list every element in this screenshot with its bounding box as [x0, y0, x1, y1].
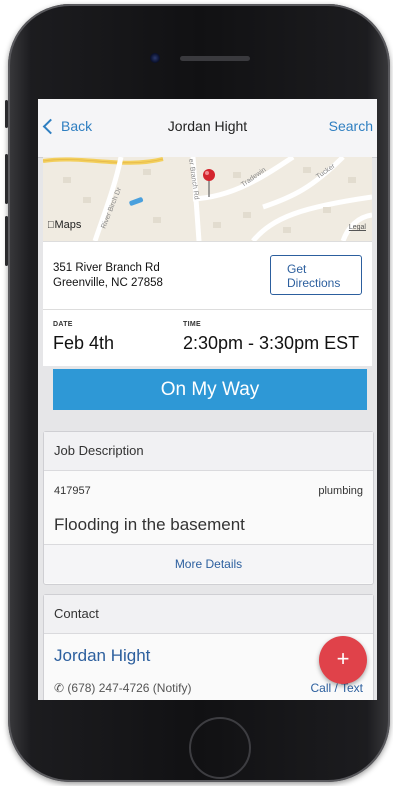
job-description-panel: Job Description 417957 plumbing Flooding…	[43, 431, 374, 585]
contact-header: Contact	[44, 595, 373, 634]
apple-maps-logo: Maps	[47, 219, 81, 231]
phone-icon: ✆	[54, 681, 65, 695]
job-description-text: Flooding in the basement	[54, 515, 245, 534]
job-details: 417957 plumbing Flooding in the basement	[44, 471, 373, 545]
navigation-bar: Back Jordan Hight Search	[38, 99, 377, 158]
mute-switch	[5, 100, 8, 128]
page-title: Jordan Hight	[167, 118, 248, 134]
more-details-button[interactable]: More Details	[44, 545, 373, 583]
job-type: plumbing	[318, 485, 363, 497]
home-button[interactable]	[189, 717, 251, 779]
add-button[interactable]: +	[319, 636, 367, 684]
map-view[interactable]: River Birch Dr er Branch Rd Tradewin Tuc…	[43, 157, 372, 241]
address-line2: Greenville, NC 27858	[53, 277, 163, 289]
address-text: 351 River Branch Rd Greenville, NC 27858	[53, 261, 163, 291]
contact-name-link[interactable]: Jordan Hight	[54, 646, 150, 666]
time-value: 2:30pm - 3:30pm EST	[183, 333, 360, 353]
call-link[interactable]: Call	[311, 681, 332, 695]
date-label: DATE	[53, 321, 73, 328]
address-card: 351 River Branch Rd Greenville, NC 27858…	[43, 241, 372, 310]
job-description-header: Job Description	[44, 432, 373, 471]
on-my-way-button[interactable]: On My Way	[53, 369, 367, 410]
address-line1: 351 River Branch Rd	[53, 262, 160, 274]
app-screen: Back Jordan Hight Search River Birch Dr …	[38, 99, 377, 700]
volume-up-button	[5, 154, 8, 204]
front-camera	[150, 53, 160, 63]
schedule-card: DATE Feb 4th TIME 2:30pm - 3:30pm EST	[43, 309, 372, 366]
job-number: 417957	[54, 485, 91, 497]
map-graphic: River Birch Dr er Branch Rd Tradewin Tuc…	[43, 157, 372, 241]
search-button[interactable]: Search	[329, 118, 373, 134]
earpiece-speaker	[180, 56, 250, 61]
date-value: Feb 4th	[53, 333, 115, 353]
get-directions-button[interactable]: Get Directions	[270, 255, 362, 295]
contact-phone: ✆ (678) 247-4726 (Notify)	[54, 681, 192, 695]
time-label: TIME	[183, 321, 201, 328]
legal-link[interactable]: Legal	[349, 224, 366, 231]
volume-down-button	[5, 216, 8, 266]
